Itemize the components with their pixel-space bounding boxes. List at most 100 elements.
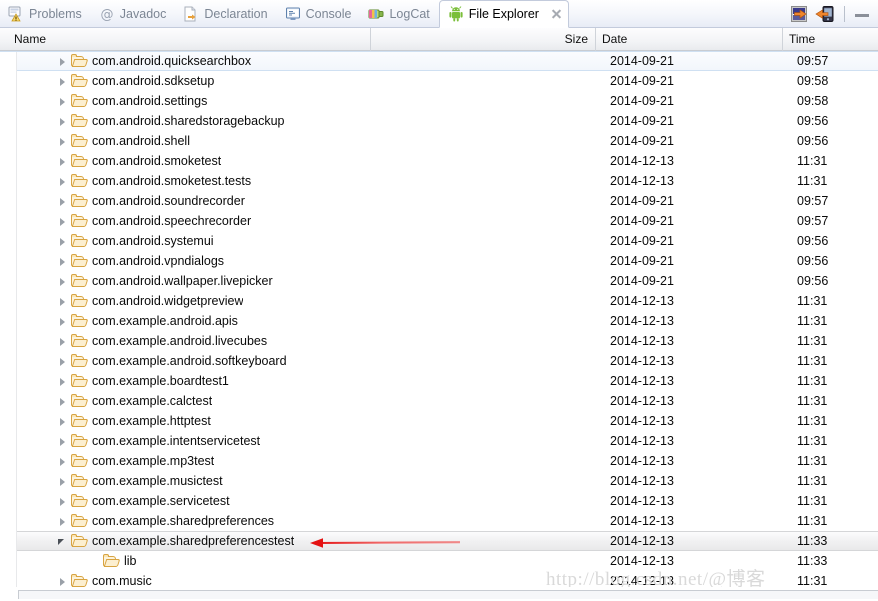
row-name-label: com.example.android.apis: [92, 314, 238, 328]
tab-console[interactable]: Console: [277, 0, 361, 28]
cell-name[interactable]: com.example.calctest: [0, 394, 371, 408]
column-header-size[interactable]: Size: [371, 27, 596, 51]
cell-time: 11:33: [797, 534, 828, 548]
table-row[interactable]: com.android.speechrecorder 2014-09-21 09:5…: [0, 211, 878, 231]
expand-arrow-icon[interactable]: [56, 375, 69, 388]
expand-arrow-icon[interactable]: [56, 95, 69, 108]
table-row[interactable]: com.example.boardtest1 2014-12-13 11:31: [0, 371, 878, 391]
pull-file-icon[interactable]: [789, 4, 809, 24]
tab-file-explorer[interactable]: File Explorer: [438, 0, 569, 28]
expand-arrow-icon[interactable]: [56, 55, 69, 68]
tab-problems[interactable]: Problems: [0, 0, 91, 28]
expand-arrow-icon[interactable]: [56, 75, 69, 88]
expand-arrow-icon[interactable]: [56, 495, 69, 508]
table-row[interactable]: com.android.shell 2014-09-21 09:56: [0, 131, 878, 151]
table-row[interactable]: com.android.wallpaper.livepicker 2014-09-…: [0, 271, 878, 291]
file-explorer-tree[interactable]: com.android.quicksearchbox 2014-09-21 09:5…: [0, 51, 878, 601]
cell-name[interactable]: com.android.sdksetup: [0, 74, 371, 88]
cell-name[interactable]: com.android.settings: [0, 94, 371, 108]
cell-name[interactable]: com.android.wallpaper.livepicker: [0, 274, 371, 288]
cell-name[interactable]: com.android.systemui: [0, 234, 371, 248]
expand-arrow-icon[interactable]: [56, 235, 69, 248]
table-row[interactable]: com.android.smoketest 2014-12-13 11:31: [0, 151, 878, 171]
table-row[interactable]: com.example.mp3test 2014-12-13 11:31: [0, 451, 878, 471]
cell-name[interactable]: com.example.sharedpreferencestest: [0, 534, 371, 548]
expand-arrow-icon[interactable]: [56, 175, 69, 188]
table-row[interactable]: com.android.soundrecorder 2014-09-21 09:57: [0, 191, 878, 211]
cell-name[interactable]: com.example.servicetest: [0, 494, 371, 508]
table-row[interactable]: com.example.httptest 2014-12-13 11:31: [0, 411, 878, 431]
expand-arrow-icon[interactable]: [56, 395, 69, 408]
table-row[interactable]: com.example.servicetest 2014-12-13 11:31: [0, 491, 878, 511]
expand-arrow-icon[interactable]: [56, 215, 69, 228]
bottom-scroll-edge[interactable]: [0, 587, 878, 599]
cell-name[interactable]: com.android.smoketest: [0, 154, 371, 168]
cell-name[interactable]: com.android.sharedstoragebackup: [0, 114, 371, 128]
cell-name[interactable]: com.android.shell: [0, 134, 371, 148]
cell-name[interactable]: com.android.widgetpreview: [0, 294, 371, 308]
cell-name[interactable]: com.example.httptest: [0, 414, 371, 428]
expand-arrow-icon[interactable]: [56, 315, 69, 328]
cell-name[interactable]: lib: [0, 554, 371, 568]
cell-name[interactable]: com.example.android.softkeyboard: [0, 354, 371, 368]
table-row[interactable]: com.android.sharedstoragebackup 2014-09-2…: [0, 111, 878, 131]
cell-name[interactable]: com.example.sharedpreferences: [0, 514, 371, 528]
table-row[interactable]: com.example.calctest 2014-12-13 11:31: [0, 391, 878, 411]
cell-time: 11:31: [797, 354, 828, 368]
table-row[interactable]: com.android.sdksetup 2014-09-21 09:58: [0, 71, 878, 91]
expand-arrow-icon[interactable]: [56, 115, 69, 128]
tab-javadoc[interactable]: @ Javadoc: [91, 0, 176, 28]
table-row[interactable]: com.android.settings 2014-09-21 09:58: [0, 91, 878, 111]
expand-arrow-icon[interactable]: [56, 155, 69, 168]
expand-arrow-icon[interactable]: [56, 135, 69, 148]
expand-arrow-icon[interactable]: [56, 255, 69, 268]
cell-name[interactable]: com.android.quicksearchbox: [0, 54, 371, 68]
expand-arrow-icon[interactable]: [56, 435, 69, 448]
cell-name[interactable]: com.android.soundrecorder: [0, 194, 371, 208]
column-header-name[interactable]: Name: [0, 27, 371, 51]
expand-arrow-icon[interactable]: [56, 475, 69, 488]
table-row[interactable]: com.example.sharedpreferencestest 2014-12…: [0, 531, 878, 551]
expand-arrow-icon[interactable]: [56, 515, 69, 528]
table-row[interactable]: com.example.musictest 2014-12-13 11:31: [0, 471, 878, 491]
expand-arrow-icon[interactable]: [56, 195, 69, 208]
table-row[interactable]: com.android.systemui 2014-09-21 09:56: [0, 231, 878, 251]
table-row[interactable]: com.example.android.apis 2014-12-13 11:31: [0, 311, 878, 331]
column-header-time[interactable]: Time: [783, 28, 878, 51]
table-row[interactable]: com.android.quicksearchbox 2014-09-21 09:5…: [0, 51, 878, 71]
cell-name[interactable]: com.example.android.apis: [0, 314, 371, 328]
expand-arrow-icon[interactable]: [56, 335, 69, 348]
expand-arrow-icon[interactable]: [56, 415, 69, 428]
table-row[interactable]: com.android.smoketest.tests 2014-12-13 11:…: [0, 171, 878, 191]
expand-arrow-icon[interactable]: [56, 295, 69, 308]
tab-logcat[interactable]: LogCat: [360, 0, 438, 28]
cell-name[interactable]: com.example.musictest: [0, 474, 371, 488]
cell-name[interactable]: com.example.android.livecubes: [0, 334, 371, 348]
cell-name[interactable]: com.android.speechrecorder: [0, 214, 371, 228]
table-row[interactable]: com.example.intentservicetest 2014-12-13 1…: [0, 431, 878, 451]
cell-name[interactable]: com.example.intentservicetest: [0, 434, 371, 448]
cell-name[interactable]: com.example.boardtest1: [0, 374, 371, 388]
table-row[interactable]: com.example.android.livecubes 2014-12-13 1…: [0, 331, 878, 351]
collapse-arrow-icon[interactable]: [56, 535, 69, 548]
table-row[interactable]: com.android.widgetpreview 2014-12-13 11:31: [0, 291, 878, 311]
column-header-date[interactable]: Date: [596, 27, 783, 51]
close-icon[interactable]: [550, 8, 562, 20]
table-row[interactable]: com.example.sharedpreferences 2014-12-13 1…: [0, 511, 878, 531]
cell-name[interactable]: com.music: [0, 574, 371, 588]
row-name-label: com.android.speechrecorder: [92, 214, 252, 228]
tab-declaration[interactable]: Declaration: [175, 0, 276, 28]
minimize-icon[interactable]: [854, 6, 870, 22]
expand-arrow-icon[interactable]: [56, 355, 69, 368]
expand-arrow-icon[interactable]: [56, 575, 69, 588]
expand-arrow-icon[interactable]: [56, 455, 69, 468]
table-row[interactable]: com.android.vpndialogs 2014-09-21 09:56: [0, 251, 878, 271]
expand-arrow-icon[interactable]: [56, 275, 69, 288]
table-row[interactable]: com.example.android.softkeyboard 2014-12-…: [0, 351, 878, 371]
push-file-icon[interactable]: [815, 4, 835, 24]
cell-name[interactable]: com.android.smoketest.tests: [0, 174, 371, 188]
cell-name[interactable]: com.example.mp3test: [0, 454, 371, 468]
cell-name[interactable]: com.android.vpndialogs: [0, 254, 371, 268]
table-row[interactable]: lib 2014-12-13 11:33: [0, 551, 878, 571]
row-name-label: com.android.smoketest: [92, 154, 222, 168]
